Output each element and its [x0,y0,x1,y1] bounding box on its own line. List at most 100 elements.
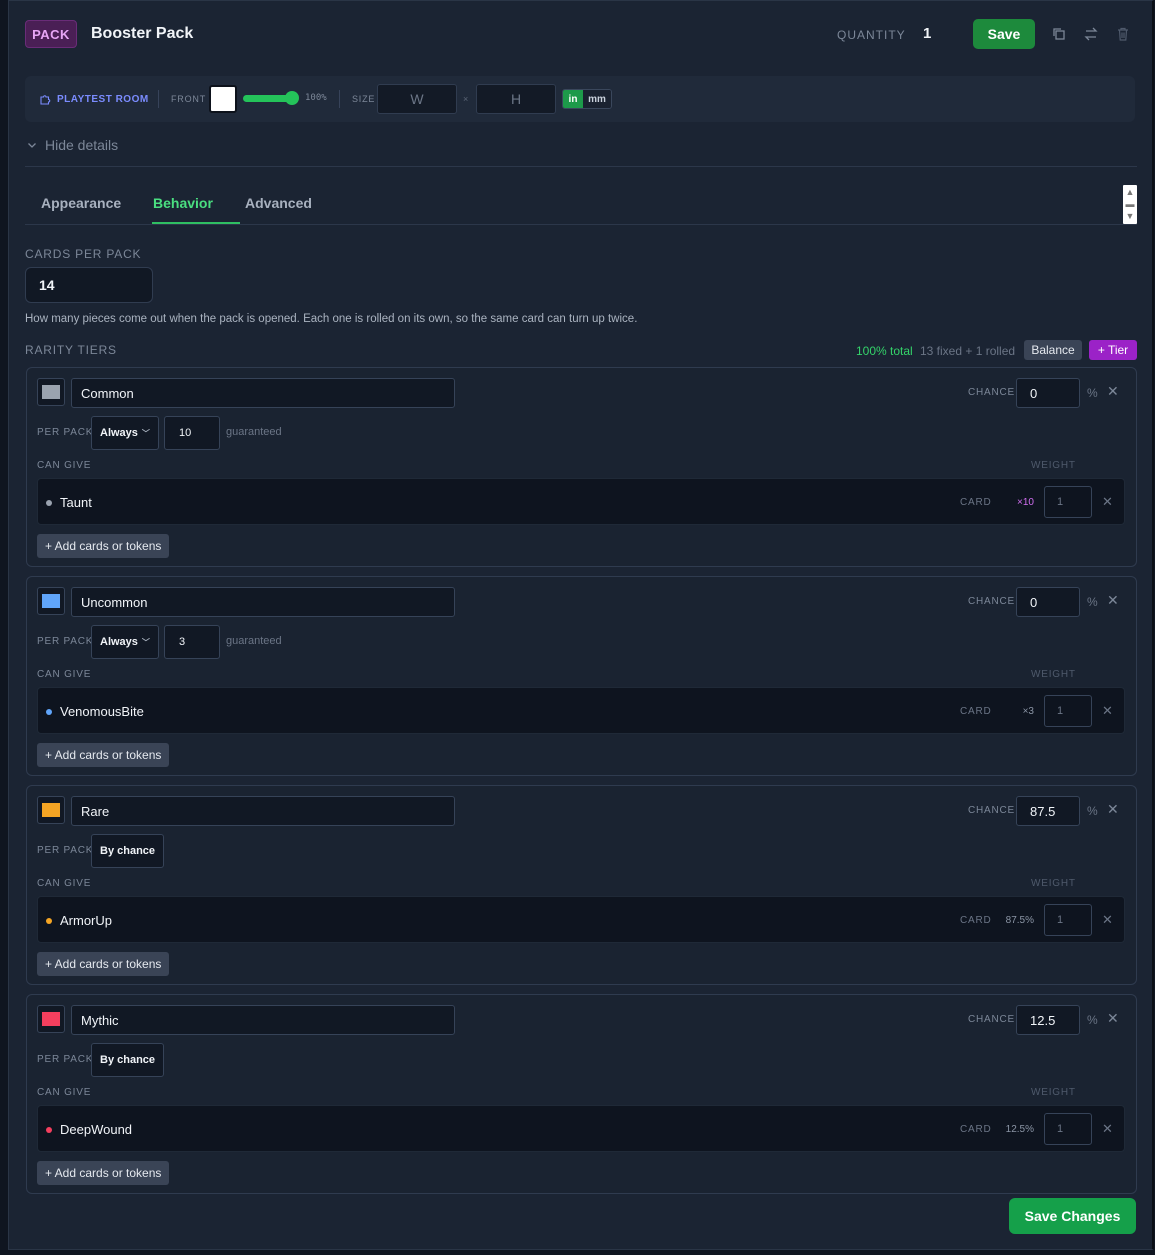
card-entry-row: VenomousBite CARD ×3 1 ✕ [37,687,1125,734]
weight-label: WEIGHT [1031,878,1076,889]
hide-details-toggle[interactable]: Hide details [27,137,118,153]
can-give-label: CAN GIVE [37,878,92,889]
size-label: SIZE [352,94,376,104]
hide-details-label: Hide details [45,137,119,153]
tier-name-input[interactable]: Uncommon [71,587,455,617]
per-pack-mode-select[interactable]: By chance [91,834,165,868]
card-color-dot [46,500,52,506]
percent-sign: % [1087,595,1098,609]
opacity-slider-handle[interactable] [285,91,299,105]
mode-value: By chance [100,1054,156,1066]
save-button[interactable]: Save [973,19,1035,49]
card-probability: 87.5% [1005,915,1034,926]
tier-color-swatch[interactable] [37,378,65,406]
active-tab-indicator [152,222,240,224]
remove-card-icon[interactable]: ✕ [1102,912,1113,928]
add-cards-button[interactable]: + Add cards or tokens [37,534,170,558]
card-entry-row: DeepWound CARD 12.5% 1 ✕ [37,1105,1125,1152]
add-cards-button[interactable]: + Add cards or tokens [37,1161,170,1185]
remove-tier-icon[interactable]: ✕ [1107,592,1119,609]
chance-label: CHANCE [968,805,1016,816]
front-color-swatch[interactable] [209,85,237,113]
per-pack-label: PER PACK [37,636,94,647]
pack-toolbar: PLAYTEST ROOM FRONT 100% SIZE W × H in m… [25,76,1135,122]
tier-color-swatch[interactable] [37,587,65,615]
card-weight-input[interactable]: 1 [1044,695,1092,727]
rarity-tiers-label: RARITY TIERS [25,343,117,357]
card-color-dot [46,918,52,924]
card-entry-row: ArmorUp CARD 87.5% 1 ✕ [37,896,1125,943]
guaranteed-count-input[interactable]: 10 [164,416,220,450]
per-pack-label: PER PACK [37,427,94,438]
playtest-room-link[interactable]: PLAYTEST ROOM [39,76,149,122]
guaranteed-count-input[interactable]: 3 [164,625,220,659]
remove-tier-icon[interactable]: ✕ [1107,383,1119,400]
card-color-dot [46,1127,52,1133]
mode-value: By chance [100,845,156,857]
mode-value: Always [100,636,138,648]
add-cards-button[interactable]: + Add cards or tokens [37,743,170,767]
unit-in-option[interactable]: in [563,90,583,108]
tier-name-input[interactable]: Mythic [71,1005,455,1035]
unit-mm-option[interactable]: mm [583,90,611,108]
card-name: DeepWound [60,1122,133,1137]
remove-tier-icon[interactable]: ✕ [1107,1010,1119,1027]
chance-input[interactable]: 0 [1016,587,1080,617]
remove-card-icon[interactable]: ✕ [1102,703,1113,719]
chance-input[interactable]: 87.5 [1016,796,1080,826]
card-weight-input[interactable]: 1 [1044,486,1092,518]
tab-appearance[interactable]: Appearance [41,195,121,211]
total-percent: 100% total [856,344,913,358]
scroll-thumb[interactable]: ▬ [1125,199,1135,209]
card-weight-input[interactable]: 1 [1044,1113,1092,1145]
tab-behavior[interactable]: Behavior [153,195,213,211]
front-label: FRONT [171,94,206,104]
can-give-label: CAN GIVE [37,460,92,471]
add-cards-button[interactable]: + Add cards or tokens [37,952,170,976]
tier-name-input[interactable]: Rare [71,796,455,826]
playtest-label: PLAYTEST ROOM [57,93,149,105]
chance-input[interactable]: 0 [1016,378,1080,408]
remove-tier-icon[interactable]: ✕ [1107,801,1119,818]
tier-color-swatch[interactable] [37,1005,65,1033]
chance-input[interactable]: 12.5 [1016,1005,1080,1035]
height-input[interactable]: H [476,84,556,114]
remove-card-icon[interactable]: ✕ [1102,494,1113,510]
scroll-up-icon[interactable]: ▲ [1125,187,1135,197]
chevron-down-icon [28,143,36,148]
swap-icon[interactable] [1082,25,1100,43]
save-changes-button[interactable]: Save Changes [1009,1198,1136,1234]
per-pack-mode-select[interactable]: By chance [91,1043,165,1077]
unit-toggle: in mm [562,89,612,109]
add-tier-button[interactable]: + Tier [1089,340,1137,360]
scroll-down-icon[interactable]: ▼ [1125,211,1135,221]
balance-button[interactable]: Balance [1024,340,1082,360]
puzzle-icon [40,95,51,105]
card-type-label: CARD [960,1124,992,1135]
card-type-label: CARD [960,915,992,926]
per-pack-label: PER PACK [37,845,94,856]
remove-card-icon[interactable]: ✕ [1102,1121,1113,1137]
width-input[interactable]: W [377,84,457,114]
cards-per-pack-input[interactable]: 14 [25,267,153,303]
tier-color-fill [42,1012,60,1026]
quantity-value[interactable]: 1 [923,25,931,42]
per-pack-mode-select[interactable]: Always ﹀ [91,416,159,450]
guaranteed-label: guaranteed [226,635,282,647]
tier-name-input[interactable]: Common [71,378,455,408]
duplicate-icon[interactable] [1050,25,1068,43]
tier-color-swatch[interactable] [37,796,65,824]
tier-card-common: Common CHANCE 0 % ✕ PER PACK Always ﹀ 10 … [26,367,1137,567]
card-probability: 12.5% [1005,1124,1034,1135]
tier-color-fill [42,803,60,817]
scrollbar[interactable]: ▲ ▬ ▼ [1123,185,1137,224]
card-type-label: CARD [960,706,992,717]
trash-icon[interactable] [1114,25,1132,43]
quantity-label: QUANTITY [837,28,906,42]
card-weight-input[interactable]: 1 [1044,904,1092,936]
tab-advanced[interactable]: Advanced [245,195,312,211]
tab-bar: Appearance Behavior Advanced [25,185,1137,225]
chevron-down-icon: ﹀ [141,637,150,647]
pack-title[interactable]: Booster Pack [91,25,193,43]
per-pack-mode-select[interactable]: Always ﹀ [91,625,159,659]
